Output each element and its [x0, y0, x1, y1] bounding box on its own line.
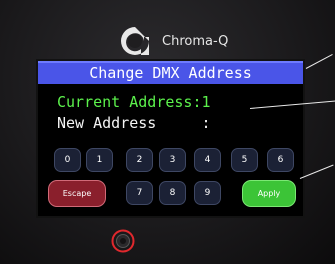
lcd-screen: Change DMX Address Current Address:1 New…	[38, 61, 303, 216]
chroma-q-logo-icon	[121, 27, 149, 55]
current-address: Current Address:1	[57, 93, 211, 111]
key-2[interactable]: 2	[126, 148, 153, 172]
key-6[interactable]: 6	[267, 148, 294, 172]
new-address: New Address :	[57, 114, 211, 132]
power-button[interactable]	[111, 229, 135, 253]
key-8[interactable]: 8	[159, 181, 186, 205]
key-1[interactable]: 1	[86, 148, 113, 172]
key-4[interactable]: 4	[194, 148, 221, 172]
key-5[interactable]: 5	[231, 148, 258, 172]
escape-button[interactable]: Escape	[48, 180, 106, 207]
brand-name: Chroma-Q	[162, 33, 229, 49]
key-3[interactable]: 3	[159, 148, 186, 172]
key-9[interactable]: 9	[194, 181, 221, 205]
key-7[interactable]: 7	[126, 181, 153, 205]
apply-button[interactable]: Apply	[242, 180, 296, 207]
screen-title: Change DMX Address	[38, 61, 303, 84]
brand-logo: Chroma-Q	[118, 24, 228, 58]
key-0[interactable]: 0	[54, 148, 81, 172]
